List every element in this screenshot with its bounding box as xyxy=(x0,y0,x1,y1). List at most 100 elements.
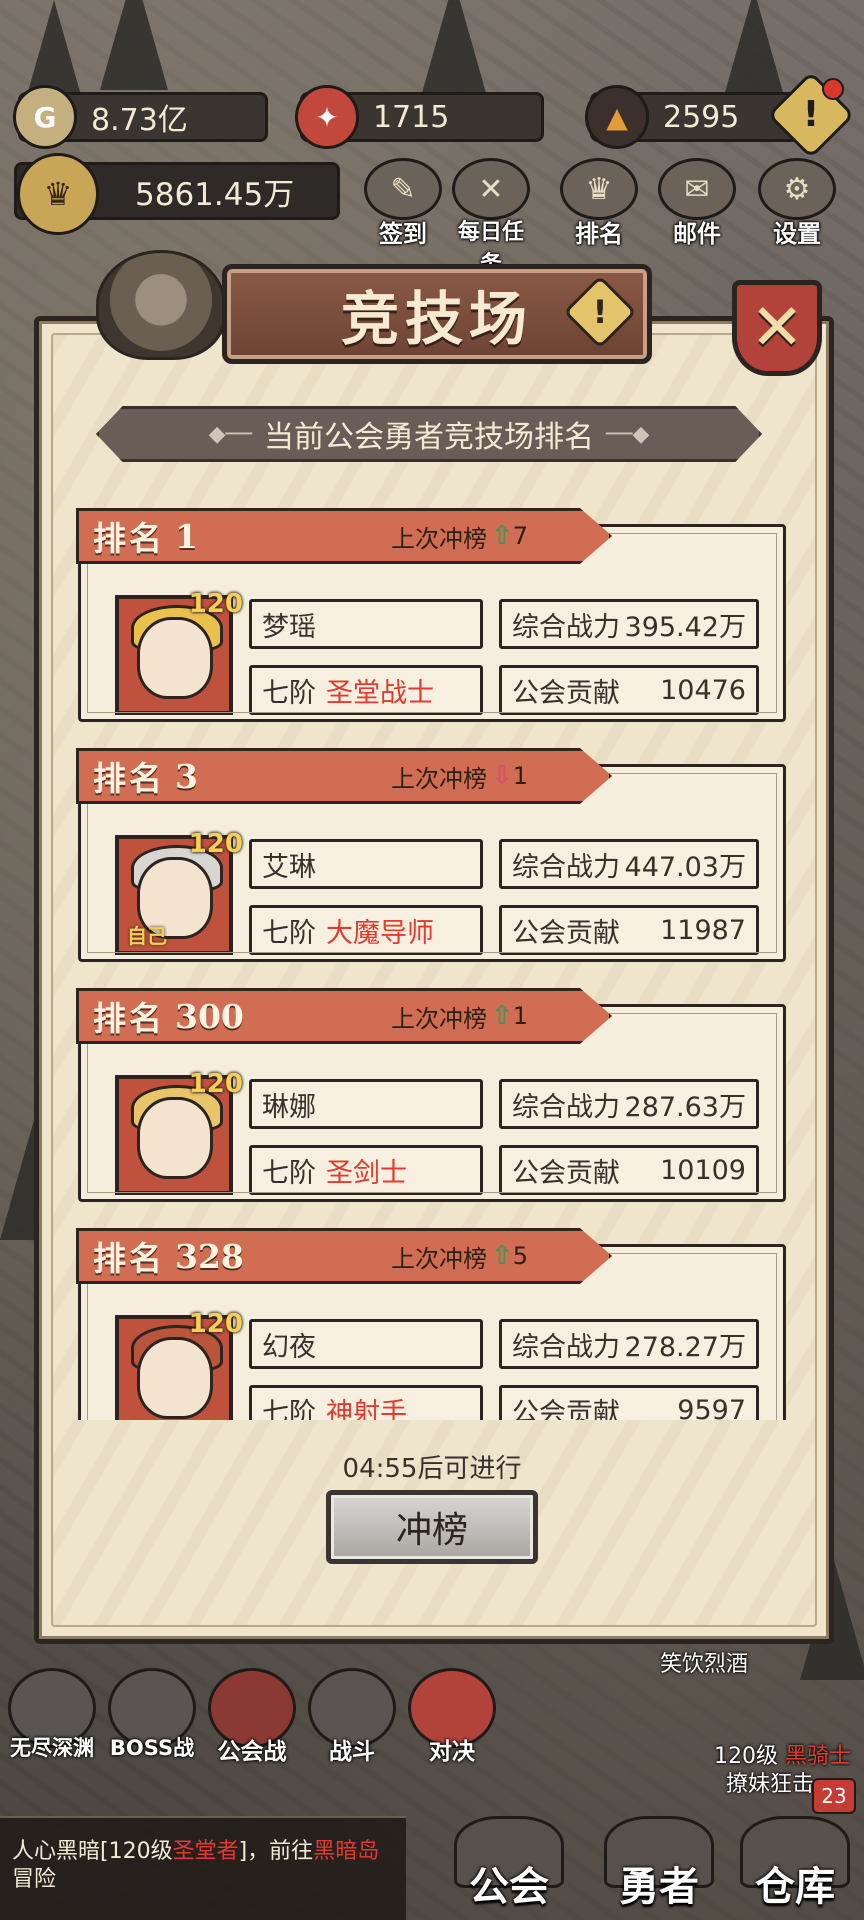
contrib-field: 公会贡献 11987 xyxy=(499,905,759,955)
contrib-value: 10476 xyxy=(660,674,746,706)
arrow-up-icon: ⇧ xyxy=(491,521,513,551)
hero-portrait[interactable]: 120 xyxy=(115,1069,243,1195)
npc-subtitle: 撩妹狂击 xyxy=(726,1772,815,1797)
menu-label: 邮件 xyxy=(673,220,721,248)
arrow-up-icon: ⇧ xyxy=(491,1001,513,1031)
climb-button[interactable]: 冲榜 xyxy=(326,1490,538,1564)
hero-level: 120 xyxy=(188,1309,243,1339)
hero-level: 120 xyxy=(188,829,243,859)
tier-prefix: 七阶 xyxy=(262,1157,316,1189)
rank-change: 1 xyxy=(512,762,529,790)
arena-icon xyxy=(96,250,226,360)
menu-label: BOSS战 xyxy=(109,1736,195,1760)
nav-warehouse[interactable]: 仓库 xyxy=(730,1816,860,1920)
rank-list[interactable]: 120 梦瑶 七阶 圣堂战士 综合战力 395.42万 公会贡献 10476 排名 1… xyxy=(76,508,788,1420)
power-value: 278.27万 xyxy=(624,1331,746,1363)
power-field: 综合战力 395.42万 xyxy=(499,599,759,649)
hero-portrait[interactable]: 120 xyxy=(115,1309,243,1420)
rank-ribbon: 排名 328 上次冲榜 ⇧ 5 xyxy=(76,1228,612,1284)
nav-heroes[interactable]: 勇者 xyxy=(594,1816,724,1920)
menu-ranking[interactable]: ♛ 排名 xyxy=(556,158,642,248)
nav-label: 公会 xyxy=(469,1864,549,1910)
npc-name[interactable]: 笑饮烈酒 xyxy=(660,1646,748,1678)
rank-number: 1 xyxy=(175,516,198,556)
total-power-panel: ♛ 5861.45万 xyxy=(14,153,340,235)
last-climb: 上次冲榜 ⇧ 5 xyxy=(391,1239,528,1274)
crest-counter[interactable]: ✦ 1715 xyxy=(295,85,544,149)
last-climb-label: 上次冲榜 xyxy=(391,764,487,793)
nav-label: 仓库 xyxy=(755,1864,835,1910)
hero-name: 幻夜 xyxy=(262,1331,316,1363)
hero-tier-field: 七阶 大魔导师 xyxy=(249,905,483,955)
hero-name: 艾琳 xyxy=(262,851,316,883)
menu-label: 签到 xyxy=(379,220,427,248)
power-emblem-icon: ♛ xyxy=(17,153,99,235)
menu-boss-battle[interactable]: BOSS战 xyxy=(104,1668,200,1768)
arrow-up-icon: ⇧ xyxy=(491,1241,513,1271)
menu-settings[interactable]: ⚙ 设置 xyxy=(754,158,840,248)
contrib-label: 公会贡献 xyxy=(512,677,620,709)
hero-class: 神射手 xyxy=(326,1397,407,1421)
quill-icon: ✎ xyxy=(364,158,442,220)
last-climb-label: 上次冲榜 xyxy=(391,524,487,553)
hero-tier-field: 七阶 圣堂战士 xyxy=(249,665,483,715)
power-label: 综合战力 xyxy=(512,851,620,883)
gem-icon: ▲ xyxy=(585,85,649,149)
rank-number: 328 xyxy=(175,1236,244,1276)
menu-daily-tasks[interactable]: ✕ 每日任务 xyxy=(448,158,534,277)
modal-title: 竞技场 xyxy=(340,285,533,353)
rank-card[interactable]: 120 幻夜 七阶 神射手 综合战力 278.27万 公会贡献 9597 排名 328… xyxy=(76,1228,788,1420)
chat-ticker[interactable]: 人心黑暗[120级圣堂者]，前往黑暗岛 冒险 xyxy=(0,1816,406,1920)
hero-level: 120 xyxy=(188,1069,243,1099)
close-button[interactable]: ✕ xyxy=(732,280,822,376)
rank-ribbon: 排名 3 上次冲榜 ⇩ 1 xyxy=(76,748,612,804)
contrib-label: 公会贡献 xyxy=(512,1157,620,1189)
menu-checkin[interactable]: ✎ 签到 xyxy=(360,158,446,248)
rank-card[interactable]: 120 梦瑶 七阶 圣堂战士 综合战力 395.42万 公会贡献 10476 排名 1… xyxy=(76,508,788,722)
power-field: 综合战力 447.03万 xyxy=(499,839,759,889)
menu-duel[interactable]: 对决 xyxy=(404,1668,500,1768)
menu-battle[interactable]: 战斗 xyxy=(304,1668,400,1768)
hero-class: 大魔导师 xyxy=(326,917,434,949)
nav-guild[interactable]: 公会 xyxy=(444,1816,574,1920)
menu-guild-war[interactable]: 公会战 xyxy=(204,1668,300,1768)
tier-prefix: 七阶 xyxy=(262,917,316,949)
contrib-field: 公会贡献 10476 xyxy=(499,665,759,715)
nav-label: 勇者 xyxy=(619,1864,699,1910)
last-climb: 上次冲榜 ⇧ 1 xyxy=(391,999,528,1034)
menu-label: 无尽深渊 xyxy=(10,1736,94,1760)
gem-counter[interactable]: ▲ 2595 xyxy=(585,85,800,149)
tier-prefix: 七阶 xyxy=(262,1397,316,1421)
hero-face xyxy=(137,617,213,699)
power-value: 447.03万 xyxy=(624,851,746,883)
gold-counter[interactable]: G 8.73亿 xyxy=(13,85,268,149)
close-icon: ✕ xyxy=(750,291,804,365)
menu-endless-abyss[interactable]: 无尽深渊 xyxy=(4,1668,100,1768)
cooldown-timer: 04:55后可进行 xyxy=(342,1454,522,1484)
divider-line: ◆── xyxy=(208,421,252,447)
hero-portrait[interactable]: 120 xyxy=(115,589,243,715)
contrib-value: 11987 xyxy=(660,914,746,946)
rank-label: 排名 xyxy=(93,759,165,798)
hero-name-field: 艾琳 xyxy=(249,839,483,889)
contrib-label: 公会贡献 xyxy=(512,1397,620,1421)
menu-label: 对决 xyxy=(429,1739,475,1765)
tree-decoration xyxy=(100,0,168,90)
rank-number: 300 xyxy=(175,996,244,1036)
hero-tier-field: 七阶 神射手 xyxy=(249,1385,483,1420)
chat-line: 人心黑暗[120级圣堂者]，前往黑暗岛 xyxy=(12,1838,406,1866)
menu-label: 排名 xyxy=(575,220,623,248)
hero-name-field: 琳娜 xyxy=(249,1079,483,1129)
last-climb: 上次冲榜 ⇧ 7 xyxy=(391,519,528,554)
power-value: 287.63万 xyxy=(624,1091,746,1123)
menu-mail[interactable]: ✉ 邮件 xyxy=(654,158,740,248)
hero-portrait[interactable]: 120 自己 xyxy=(115,829,243,955)
mail-icon: ✉ xyxy=(658,158,736,220)
menu-label: 战斗 xyxy=(329,1739,375,1765)
rank-card[interactable]: 120 琳娜 七阶 圣剑士 综合战力 287.63万 公会贡献 10109 排名 30… xyxy=(76,988,788,1202)
last-climb-label: 上次冲榜 xyxy=(391,1244,487,1273)
contrib-field: 公会贡献 10109 xyxy=(499,1145,759,1195)
contrib-label: 公会贡献 xyxy=(512,917,620,949)
arrow-down-icon: ⇩ xyxy=(491,761,513,791)
rank-card[interactable]: 120 自己 艾琳 七阶 大魔导师 综合战力 447.03万 公会贡献 11987 排… xyxy=(76,748,788,962)
